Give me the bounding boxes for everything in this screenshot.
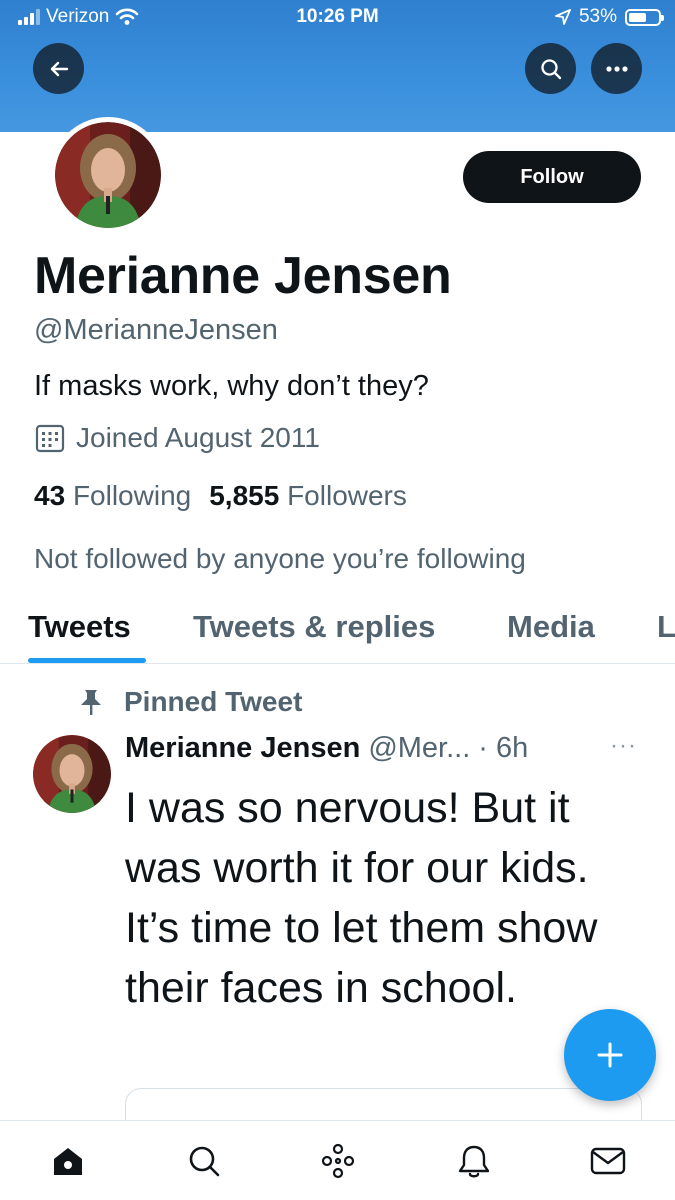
search-icon: [189, 1146, 220, 1177]
nav-notifications[interactable]: [452, 1139, 496, 1183]
nav-messages[interactable]: [586, 1139, 630, 1183]
tab-likes[interactable]: L: [657, 609, 675, 645]
followers-label: Followers: [287, 480, 407, 511]
avatar-photo: [55, 122, 161, 228]
tweet-author-handle[interactable]: @Mer...: [368, 732, 470, 765]
profile-avatar[interactable]: [50, 117, 166, 233]
spaces-icon: [321, 1143, 355, 1179]
more-options-button[interactable]: [591, 43, 642, 94]
tweet-more-button[interactable]: ···: [610, 732, 637, 760]
battery-percent: 53%: [578, 6, 617, 27]
pin-icon: [81, 690, 101, 715]
messages-mail-icon: [590, 1147, 626, 1175]
status-bar: Verizon 10:26 PM 53%: [0, 0, 675, 36]
bottom-navigation: [0, 1120, 675, 1200]
back-button[interactable]: [33, 43, 84, 94]
followers-link[interactable]: 5,855 Followers: [209, 480, 407, 512]
avatar-photo: [33, 735, 111, 813]
active-tab-indicator: [28, 658, 146, 663]
status-right: 53%: [555, 6, 664, 28]
tweet-author-name[interactable]: Merianne Jensen: [125, 732, 360, 765]
more-horizontal-icon: [605, 65, 628, 72]
tab-media[interactable]: Media: [507, 609, 595, 645]
search-button[interactable]: [525, 43, 576, 94]
tweet-text: I was so nervous! But it was worth it fo…: [125, 784, 598, 1012]
calendar-icon: [35, 424, 65, 453]
tweet-separator: ·: [478, 732, 488, 764]
tweet-author-avatar[interactable]: [33, 735, 111, 813]
compose-plus-icon: [597, 1042, 623, 1068]
tab-tweets-replies[interactable]: Tweets & replies: [193, 609, 435, 645]
battery-icon: [625, 8, 664, 26]
compose-tweet-button[interactable]: [564, 1009, 656, 1101]
following-link[interactable]: 43 Following: [34, 480, 191, 512]
arrow-left-icon: [50, 61, 68, 76]
location-arrow-icon: [555, 9, 571, 25]
nav-home[interactable]: [46, 1139, 90, 1183]
tweet-time[interactable]: 6h: [496, 732, 528, 765]
profile-handle: @MerianneJensen: [34, 314, 278, 346]
profile-name: Merianne Jensen: [34, 247, 452, 305]
pinned-tweet-label: Pinned Tweet: [76, 686, 302, 718]
tab-tweets[interactable]: Tweets: [28, 609, 131, 645]
nav-search[interactable]: [182, 1139, 226, 1183]
nav-spaces[interactable]: [316, 1139, 360, 1183]
joined-date: Joined August 2011: [34, 422, 320, 454]
joined-label: Joined August 2011: [76, 422, 320, 453]
following-count: 43: [34, 480, 66, 511]
follow-stats: 43 Following 5,855 Followers: [34, 480, 407, 512]
home-icon: [54, 1148, 82, 1175]
tweet-header: Merianne Jensen @Mer... · 6h: [125, 732, 528, 765]
not-followed-note: Not followed by anyone you’re following: [34, 543, 526, 574]
following-label: Following: [72, 480, 192, 511]
profile-bio: If masks work, why don’t they?: [34, 370, 429, 402]
follow-button[interactable]: Follow: [463, 151, 641, 203]
notifications-bell-icon: [458, 1145, 490, 1178]
search-icon: [540, 58, 561, 79]
followers-count: 5,855: [209, 480, 280, 511]
pinned-text: Pinned Tweet: [124, 686, 303, 717]
profile-tabs: Tweets Tweets & replies Media L: [0, 600, 675, 664]
